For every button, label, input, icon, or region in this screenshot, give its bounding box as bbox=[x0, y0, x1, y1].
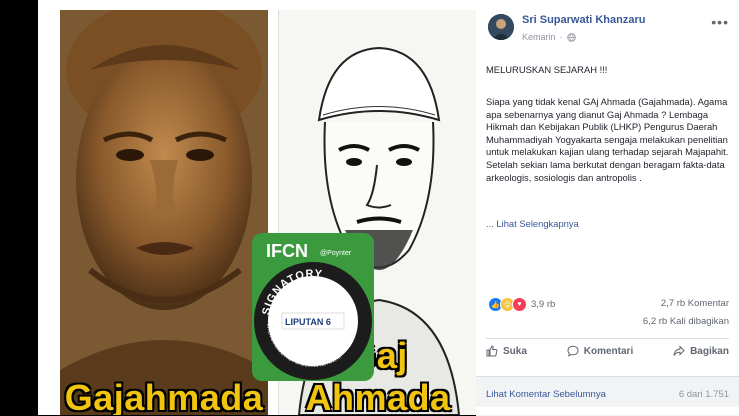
love-reaction-icon: ♥ bbox=[512, 297, 527, 312]
ifcn-signatory-badge: IFCN @Poynter SIGNATORY INTERNATIONAL FA… bbox=[252, 233, 374, 381]
avatar[interactable] bbox=[488, 14, 514, 40]
like-button[interactable]: Suka bbox=[486, 345, 527, 357]
post-body: Siapa yang tidak kenal GAj Ahmada (Gajah… bbox=[486, 96, 729, 183]
post-image[interactable]: Gajahmada Gaj Ahmada IFCN @Poynter SIGNA… bbox=[38, 0, 476, 415]
post-author[interactable]: Sri Suparwati Khanzaru bbox=[522, 14, 645, 26]
like-label: Suka bbox=[503, 345, 527, 357]
see-more-link[interactable]: ... Lihat Selengkapnya bbox=[486, 218, 579, 229]
post-heading: MELURUSKAN SEJARAH !!! bbox=[486, 64, 608, 75]
reaction-summary[interactable]: 👍 😮 ♥ 3,9 rb bbox=[488, 297, 555, 312]
post-meta: Kemarin · bbox=[522, 32, 576, 42]
comment-pager: 6 dari 1.751 bbox=[678, 389, 729, 400]
statue-photo: Gajahmada bbox=[60, 10, 268, 415]
badge-sub: @Poynter bbox=[320, 250, 352, 257]
dot-separator: · bbox=[559, 32, 563, 42]
view-previous-comments-link[interactable]: Lihat Komentar Sebelumnya bbox=[486, 389, 606, 400]
share-button[interactable]: Bagikan bbox=[673, 345, 729, 357]
comment-button[interactable]: Komentari bbox=[567, 345, 633, 357]
left-caption: Gajahmada bbox=[64, 377, 264, 415]
share-icon bbox=[673, 345, 685, 356]
share-count[interactable]: 6,2 rb Kali dibagikan bbox=[643, 316, 729, 327]
thumbs-up-icon bbox=[486, 345, 498, 357]
share-label: Bagikan bbox=[690, 345, 729, 357]
divider bbox=[486, 338, 729, 339]
globe-icon bbox=[566, 32, 576, 42]
post-panel: Sri Suparwati Khanzaru Kemarin · ••• MEL… bbox=[476, 0, 739, 416]
statue-illustration bbox=[60, 10, 268, 415]
comment-label: Komentari bbox=[583, 345, 634, 357]
badge-brand: IFCN bbox=[266, 241, 308, 261]
reaction-count: 3,9 rb bbox=[531, 299, 556, 310]
comment-count[interactable]: 2,7 rb Komentar bbox=[661, 298, 729, 309]
bottom-strip bbox=[476, 407, 739, 415]
badge-member: LIPUTAN 6 bbox=[285, 317, 331, 327]
comment-icon bbox=[567, 345, 579, 357]
post-actions: Suka Komentari Bagikan bbox=[486, 345, 729, 357]
more-options-icon[interactable]: ••• bbox=[711, 14, 729, 30]
post-time[interactable]: Kemarin bbox=[522, 32, 556, 42]
